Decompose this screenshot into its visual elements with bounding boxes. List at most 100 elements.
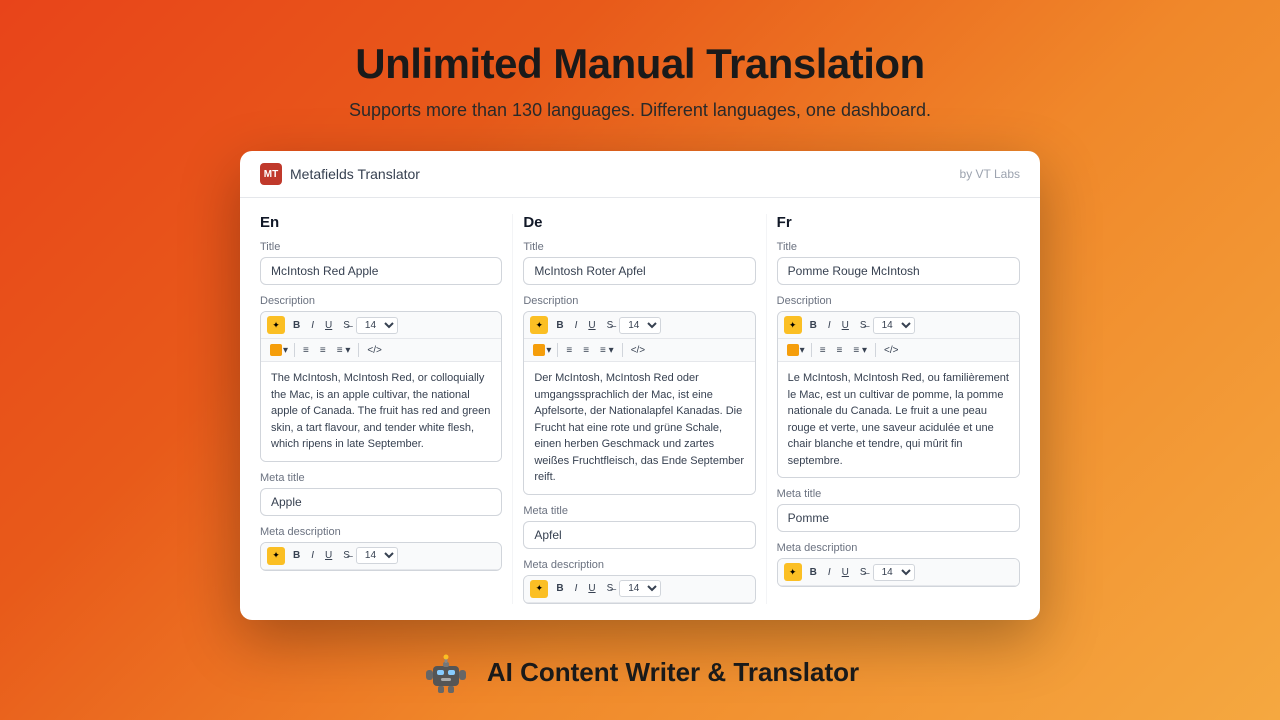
color-swatch-en	[270, 344, 282, 356]
bold-btn-de[interactable]: B	[551, 318, 568, 333]
footer-text: AI Content Writer & Translator	[487, 657, 859, 688]
lang-code-en: En	[260, 214, 502, 231]
list-ul-de[interactable]: ≡	[561, 343, 577, 358]
meta-title-label-en: Meta title	[260, 472, 502, 484]
editor-toolbar-fr: ✦ B I U S̶ 14	[778, 312, 1019, 339]
header-section: Unlimited Manual Translation Supports mo…	[329, 0, 951, 141]
color-btn-fr[interactable]: ▾	[784, 342, 808, 358]
toolbar-row2-fr: ▾ ≡ ≡ ≡ ▾ </>	[778, 339, 1019, 362]
editor-fr: ✦ B I U S̶ 14 ▾ ≡ ≡	[777, 311, 1020, 478]
meta-italic-fr[interactable]: I	[823, 565, 836, 580]
title-input-de[interactable]	[523, 257, 755, 285]
list-ul-fr[interactable]: ≡	[815, 343, 831, 358]
meta-font-size-en[interactable]: 14	[356, 547, 398, 564]
underline-btn-de[interactable]: U	[583, 318, 600, 333]
meta-ai-btn-fr[interactable]: ✦	[784, 563, 802, 581]
italic-btn-en[interactable]: I	[306, 318, 319, 333]
column-en: En Title Description ✦ B I U S̶ 14	[260, 214, 513, 604]
meta-ai-btn-de[interactable]: ✦	[530, 580, 548, 598]
editor-content-de[interactable]: Der McIntosh, McIntosh Red oder umgangss…	[524, 362, 754, 494]
meta-bold-fr[interactable]: B	[805, 565, 822, 580]
strike-btn-en[interactable]: S̶	[338, 318, 355, 333]
meta-editor-toolbar-en: ✦ B I U S̶ 14	[261, 543, 501, 570]
editor-content-en[interactable]: The McIntosh, McIntosh Red, or colloquia…	[261, 362, 501, 461]
list-ul-en[interactable]: ≡	[298, 343, 314, 358]
strike-btn-de[interactable]: S̶	[602, 318, 619, 333]
meta-font-size-fr[interactable]: 14	[873, 564, 915, 581]
column-fr: Fr Title Description ✦ B I U S̶ 14	[767, 214, 1020, 604]
meta-italic-de[interactable]: I	[570, 581, 583, 596]
title-label-en: Title	[260, 241, 502, 253]
sep-en	[294, 343, 295, 357]
title-label-fr: Title	[777, 241, 1020, 253]
color-btn-de[interactable]: ▾	[530, 342, 554, 358]
list-ol-de[interactable]: ≡	[578, 343, 594, 358]
list-ol-fr[interactable]: ≡	[832, 343, 848, 358]
meta-editor-fr: ✦ B I U S̶ 14	[777, 558, 1020, 587]
meta-title-label-de: Meta title	[523, 505, 755, 517]
lang-code-de: De	[523, 214, 755, 231]
list-ol-en[interactable]: ≡	[315, 343, 331, 358]
columns-container: En Title Description ✦ B I U S̶ 14	[240, 198, 1040, 620]
meta-underline-de[interactable]: U	[583, 581, 600, 596]
underline-btn-en[interactable]: U	[320, 318, 337, 333]
align-en[interactable]: ≡ ▾	[332, 343, 356, 358]
font-size-en[interactable]: 14	[356, 317, 398, 334]
meta-editor-toolbar-fr: ✦ B I U S̶ 14	[778, 559, 1019, 586]
meta-title-input-en[interactable]	[260, 488, 502, 516]
font-size-fr[interactable]: 14	[873, 317, 915, 334]
robot-icon	[421, 648, 471, 698]
meta-desc-label-fr: Meta description	[777, 542, 1020, 554]
meta-ai-btn-en[interactable]: ✦	[267, 547, 285, 565]
code-btn-de[interactable]: </>	[626, 343, 650, 358]
meta-italic-en[interactable]: I	[306, 548, 319, 563]
meta-title-input-fr[interactable]	[777, 504, 1020, 532]
meta-title-label-fr: Meta title	[777, 488, 1020, 500]
meta-strike-fr[interactable]: S̶	[855, 565, 872, 580]
color-btn-en[interactable]: ▾	[267, 342, 291, 358]
app-header: MT Metafields Translator by VT Labs	[240, 151, 1040, 198]
color-swatch-fr	[787, 344, 799, 356]
title-input-fr[interactable]	[777, 257, 1020, 285]
meta-underline-fr[interactable]: U	[837, 565, 854, 580]
meta-title-input-de[interactable]	[523, 521, 755, 549]
footer-section: AI Content Writer & Translator	[401, 628, 879, 718]
bold-btn-fr[interactable]: B	[805, 318, 822, 333]
main-title: Unlimited Manual Translation	[349, 40, 931, 88]
color-swatch-de	[533, 344, 545, 356]
ai-button-de[interactable]: ✦	[530, 316, 548, 334]
editor-content-fr[interactable]: Le McIntosh, McIntosh Red, ou familièrem…	[778, 362, 1019, 477]
meta-bold-de[interactable]: B	[551, 581, 568, 596]
app-window: MT Metafields Translator by VT Labs En T…	[240, 151, 1040, 620]
font-size-de[interactable]: 14	[619, 317, 661, 334]
sep2-en	[358, 343, 359, 357]
strike-btn-fr[interactable]: S̶	[855, 318, 872, 333]
app-logo: MT Metafields Translator	[260, 163, 420, 185]
meta-editor-toolbar-de: ✦ B I U S̶ 14	[524, 576, 754, 603]
lang-code-fr: Fr	[777, 214, 1020, 231]
sep2-de	[622, 343, 623, 357]
bold-btn-en[interactable]: B	[288, 318, 305, 333]
desc-label-de: Description	[523, 295, 755, 307]
meta-bold-en[interactable]: B	[288, 548, 305, 563]
ai-button-fr[interactable]: ✦	[784, 316, 802, 334]
meta-editor-de: ✦ B I U S̶ 14	[523, 575, 755, 604]
meta-strike-en[interactable]: S̶	[338, 548, 355, 563]
toolbar-row2-de: ▾ ≡ ≡ ≡ ▾ </>	[524, 339, 754, 362]
code-btn-fr[interactable]: </>	[879, 343, 903, 358]
app-byline: by VT Labs	[960, 167, 1020, 181]
align-fr[interactable]: ≡ ▾	[848, 343, 872, 358]
meta-desc-label-de: Meta description	[523, 559, 755, 571]
align-de[interactable]: ≡ ▾	[595, 343, 619, 358]
meta-font-size-de[interactable]: 14	[619, 580, 661, 597]
editor-toolbar-de: ✦ B I U S̶ 14	[524, 312, 754, 339]
subtitle: Supports more than 130 languages. Differ…	[349, 100, 931, 121]
code-btn-en[interactable]: </>	[362, 343, 386, 358]
title-input-en[interactable]	[260, 257, 502, 285]
meta-strike-de[interactable]: S̶	[602, 581, 619, 596]
ai-button-en[interactable]: ✦	[267, 316, 285, 334]
italic-btn-de[interactable]: I	[570, 318, 583, 333]
underline-btn-fr[interactable]: U	[837, 318, 854, 333]
meta-underline-en[interactable]: U	[320, 548, 337, 563]
italic-btn-fr[interactable]: I	[823, 318, 836, 333]
